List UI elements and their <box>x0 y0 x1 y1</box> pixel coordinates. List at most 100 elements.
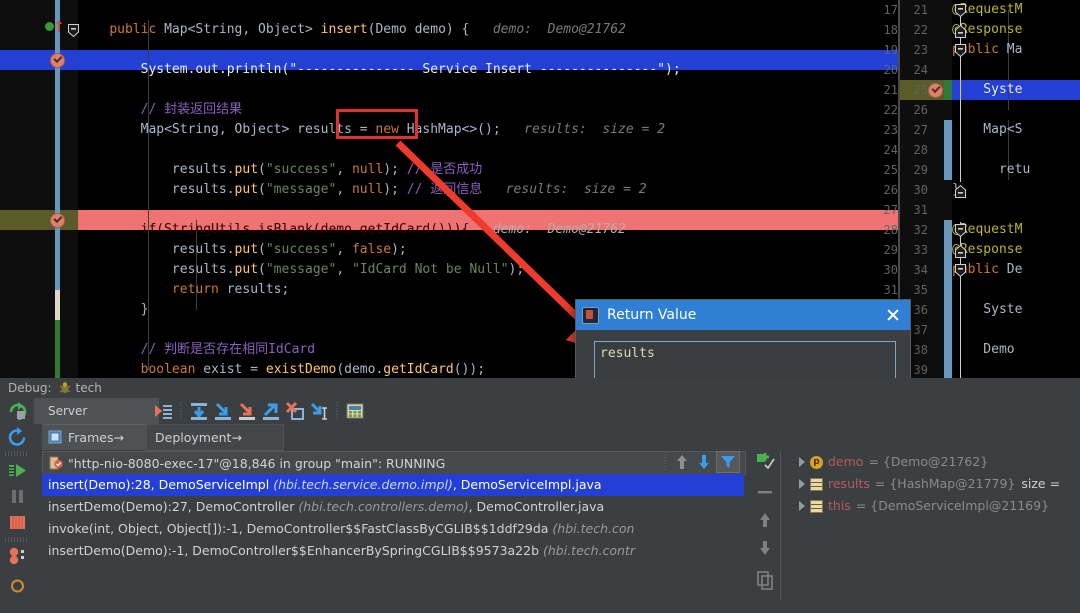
code-fold-icon[interactable] <box>955 245 966 256</box>
watch-toolbar <box>752 451 778 613</box>
code-fold-icon[interactable] <box>955 25 966 36</box>
variable-name: this <box>828 495 851 517</box>
filter-icon[interactable] <box>716 451 740 473</box>
tab-deployment-label: Deployment→ <box>155 430 242 445</box>
tab-server[interactable]: Server <box>34 398 159 424</box>
code-fold-icon[interactable] <box>955 44 966 55</box>
map-icon <box>810 478 823 491</box>
expand-triangle-icon[interactable] <box>796 473 810 495</box>
object-icon: p <box>810 456 823 469</box>
implemented-method-icon[interactable] <box>45 22 54 31</box>
move-down-button[interactable] <box>754 537 776 559</box>
code-fold-icon[interactable] <box>955 224 966 235</box>
tab-frames-label: Frames→ <box>68 430 124 445</box>
debug-sidebar <box>0 398 34 613</box>
idea-app-icon <box>582 307 599 324</box>
project-name: tech <box>76 381 102 395</box>
step-into-button[interactable] <box>212 400 234 422</box>
code-line[interactable]: System.out.println("--------------- Serv… <box>78 60 681 80</box>
resume-program-button[interactable] <box>7 460 28 481</box>
thread-selector[interactable]: "http-nio-8080-exec-17"@18,846 in group … <box>42 451 746 475</box>
mute-breakpoints-button[interactable] <box>7 574 28 595</box>
variable-row-demo[interactable]: p demo = {Demo@21762} <box>786 451 1080 473</box>
show-execution-point-button[interactable] <box>152 400 174 422</box>
intellij-idea-window: 17181920212223242526272829303132333435 p… <box>0 0 1080 613</box>
breakpoint-marker[interactable] <box>50 213 65 228</box>
expand-triangle-icon[interactable] <box>796 451 810 473</box>
arrow-down-icon[interactable] <box>694 452 714 472</box>
arrow-up-icon[interactable] <box>672 452 692 472</box>
tab-deployment[interactable]: Deployment→ <box>146 424 284 451</box>
frame-row[interactable]: insertDemo(Demo):-1, DemoController$$Enh… <box>42 540 744 562</box>
variable-value: = {DemoServiceImpl@21169} <box>856 495 1049 517</box>
code-line[interactable]: if(StringUtils.isBlank(demo.getIdCard())… <box>78 220 626 240</box>
code-fold-icon[interactable] <box>955 185 966 196</box>
thread-label: "http-nio-8080-exec-17"@18,846 in group … <box>68 456 725 471</box>
frames-icon <box>48 430 63 445</box>
remove-watch-button[interactable] <box>754 481 776 503</box>
code-line[interactable]: public Map<String, Object> insert(Demo d… <box>78 20 626 40</box>
toolbar-separator <box>180 402 182 420</box>
code-line[interactable]: Syste <box>952 80 1022 100</box>
editor-pane-right[interactable]: 21222324252627282930313233343536373839 @… <box>900 0 1080 378</box>
copy-value-button[interactable] <box>754 569 776 591</box>
drop-frame-button[interactable] <box>284 400 306 422</box>
evaluate-expression-button[interactable] <box>344 400 366 422</box>
dialog-title: Return Value <box>607 307 882 323</box>
stop-button[interactable] <box>7 512 28 533</box>
code-line[interactable]: // 判断是否存在相同IdCard <box>78 340 315 360</box>
code-line[interactable]: results.put("message", null); // 返回信息 re… <box>78 180 647 200</box>
variables-panel[interactable]: p demo = {Demo@21762} results = {HashMap… <box>786 451 1080 613</box>
step-over-button[interactable] <box>188 400 210 422</box>
thread-row-buttons <box>664 451 760 473</box>
pause-program-button[interactable] <box>7 486 28 507</box>
code-line[interactable]: // 封装返回结果 <box>78 100 242 120</box>
add-watch-button[interactable] <box>754 450 776 472</box>
frame-row[interactable]: insert(Demo):28, DemoServiceImpl (hbi.te… <box>42 474 744 496</box>
step-out-button[interactable] <box>260 400 282 422</box>
code-line[interactable]: return results; <box>78 280 289 300</box>
variable-value: = {HashMap@21779} <box>875 473 1016 495</box>
tab-frames[interactable]: Frames→ <box>42 424 150 450</box>
code-fold-icon[interactable] <box>955 4 966 15</box>
frames-list[interactable]: insert(Demo):28, DemoServiceImpl (hbi.te… <box>42 474 744 613</box>
code-fold-icon[interactable] <box>955 264 966 275</box>
force-step-into-button[interactable] <box>236 400 258 422</box>
results-highlight-box <box>336 109 418 139</box>
restart-button[interactable] <box>7 427 28 448</box>
close-icon[interactable] <box>882 304 904 326</box>
code-line[interactable]: Syste <box>952 300 1022 320</box>
view-breakpoints-button[interactable] <box>7 546 28 567</box>
code-line[interactable]: results.put("success", null); // 是否成功 <box>78 160 482 180</box>
sidebar-separator <box>5 451 29 456</box>
debug-step-toolbar <box>152 400 366 422</box>
variable-row-results[interactable]: results = {HashMap@21779} size = <box>786 473 1080 495</box>
code-line[interactable]: Map<S <box>952 120 1022 140</box>
code-line[interactable]: } <box>78 300 148 320</box>
variable-size: size = <box>1021 473 1060 495</box>
rerun-button[interactable] <box>7 401 28 422</box>
breakpoint-marker[interactable] <box>928 83 943 98</box>
run-to-cursor-button[interactable] <box>308 400 330 422</box>
frame-row[interactable]: insertDemo(Demo):27, DemoController (hbi… <box>42 496 744 518</box>
variable-row-this[interactable]: this = {DemoServiceImpl@21169} <box>786 495 1080 517</box>
code-line[interactable]: results.put("message", "IdCard Not be Nu… <box>78 260 524 280</box>
override-arrow-icon[interactable] <box>55 19 63 33</box>
dialog-title-bar: Return Value <box>576 300 910 330</box>
code-line[interactable]: boolean exist = existDemo(demo.getIdCard… <box>78 360 485 378</box>
frame-row[interactable]: invoke(int, Object, Object[]):-1, DemoCo… <box>42 518 744 540</box>
code-line[interactable]: retu <box>952 160 1030 180</box>
breakpoint-marker[interactable] <box>50 53 65 68</box>
toolbar-separator <box>664 454 666 470</box>
thread-suspended-icon <box>49 456 63 470</box>
code-line[interactable]: results.put("success", false); <box>78 240 407 260</box>
frames-variables-splitter[interactable] <box>780 451 781 613</box>
variable-value: = {Demo@21762} <box>868 451 988 473</box>
expand-triangle-icon[interactable] <box>796 495 810 517</box>
code-line[interactable]: Demo <box>952 340 1015 360</box>
debug-label: Debug: <box>8 381 52 395</box>
code-fold-icon[interactable] <box>68 24 79 35</box>
bug-icon <box>58 381 72 395</box>
debug-content: Server <box>34 398 1080 613</box>
move-up-button[interactable] <box>754 509 776 531</box>
